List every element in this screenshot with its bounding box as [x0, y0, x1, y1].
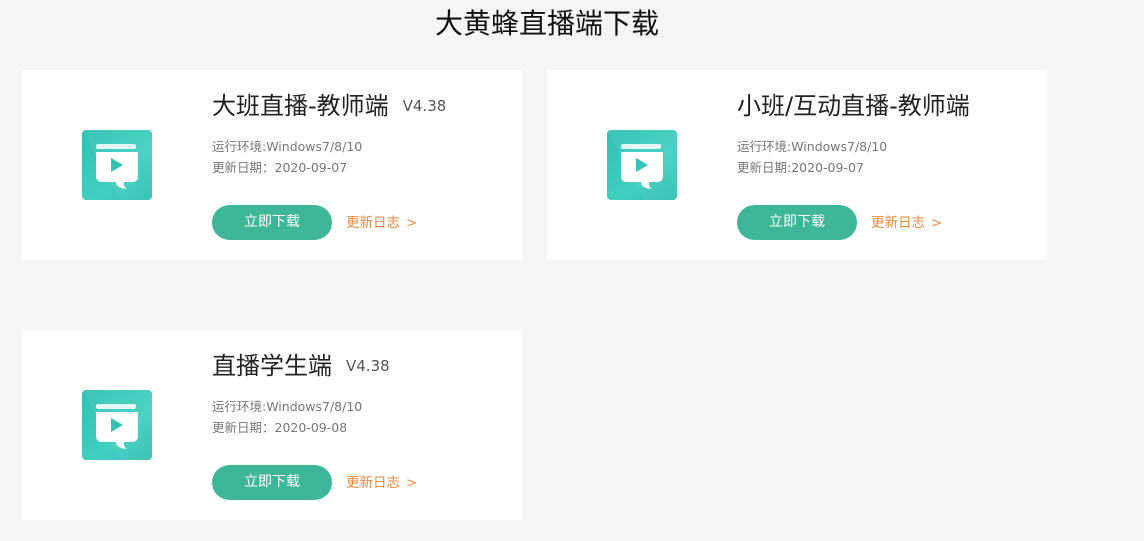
download-button[interactable]: 立即下载	[212, 205, 332, 240]
download-card-teacher-small: 小班/互动直播-教师端 运行环境:Windows7/8/10 更新日期:2020…	[547, 70, 1047, 260]
runtime-env: 运行环境:Windows7/8/10	[212, 399, 363, 414]
card-title-text: 大班直播-教师端	[212, 92, 389, 120]
changelog-link[interactable]: 更新日志 >	[346, 474, 417, 492]
download-page: 大黄蜂直播端下载 大班直播-教师端 V4.38 运行环境:Windows7/8/1…	[0, 0, 1144, 541]
page-title: 大黄蜂直播端下载	[434, 7, 659, 40]
download-button[interactable]: 立即下载	[737, 205, 857, 240]
version-label: V4.38	[346, 357, 390, 375]
download-card-student: 直播学生端 V4.38 运行环境:Windows7/8/10 更新日期：2020-…	[22, 330, 522, 520]
play-book-icon	[82, 390, 152, 460]
card-title-text: 小班/互动直播-教师端	[737, 92, 970, 120]
update-date: 更新日期：2020-09-08	[212, 420, 348, 435]
changelog-label: 更新日志	[346, 475, 400, 491]
update-date: 更新日期：2020-09-07	[212, 160, 348, 175]
update-date: 更新日期:2020-09-07	[737, 160, 864, 175]
card-title-text: 直播学生端	[212, 352, 332, 380]
changelog-link[interactable]: 更新日志 >	[871, 214, 942, 232]
download-button[interactable]: 立即下载	[212, 465, 332, 500]
changelog-link[interactable]: 更新日志 >	[346, 214, 417, 232]
runtime-env: 运行环境:Windows7/8/10	[737, 139, 888, 154]
chevron-right-icon: >	[406, 215, 418, 231]
chevron-right-icon: >	[406, 475, 418, 491]
chevron-right-icon: >	[931, 215, 943, 231]
card-title: 大班直播-教师端 V4.38	[212, 90, 446, 122]
runtime-env: 运行环境:Windows7/8/10	[212, 139, 363, 154]
changelog-label: 更新日志	[871, 215, 925, 231]
download-card-teacher-large: 大班直播-教师端 V4.38 运行环境:Windows7/8/10 更新日期：20…	[22, 70, 522, 260]
card-title: 小班/互动直播-教师端	[737, 90, 970, 122]
play-book-icon	[607, 130, 677, 200]
changelog-label: 更新日志	[346, 215, 400, 231]
play-book-icon	[82, 130, 152, 200]
card-title: 直播学生端 V4.38	[212, 350, 390, 382]
version-label: V4.38	[402, 97, 447, 115]
